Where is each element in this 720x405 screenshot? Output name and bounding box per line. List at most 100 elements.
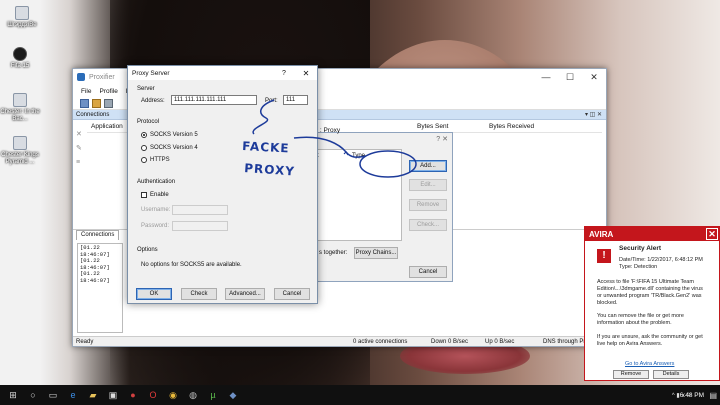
side-list-icon[interactable]: ≡ <box>76 159 84 167</box>
username-field[interactable] <box>172 205 228 215</box>
close-icon[interactable]: ✕ <box>295 69 317 78</box>
toolbar-proxy-icon[interactable] <box>80 98 89 108</box>
options-text: No options for SOCKS5 are available. <box>141 262 242 268</box>
enable-auth-label: Enable <box>150 192 169 198</box>
desktop-icon-label: ШгэрдзıВе <box>7 22 37 28</box>
menu-file[interactable]: File <box>81 88 91 95</box>
notification-icon[interactable]: ▤ <box>709 391 717 400</box>
app-icon[interactable]: ◍ <box>186 389 200 401</box>
windows-icon[interactable]: ⊞ <box>6 389 20 401</box>
details-button[interactable]: Details <box>653 370 689 379</box>
file-icon <box>13 136 27 150</box>
edge-icon[interactable]: e <box>66 389 80 401</box>
alert-body-line: You can remove the file or get more <box>597 313 684 319</box>
col-bytes-received[interactable]: Bytes Received <box>489 123 534 130</box>
proxy-list[interactable]: t Type <box>304 149 402 241</box>
auth-group: Authentication <box>137 179 308 185</box>
status-active-connections: 0 active connections <box>353 338 408 345</box>
desktop-icon[interactable]: Chester Kings Pyramid ... <box>0 136 40 166</box>
add-proxy-button[interactable]: Add... <box>409 160 447 172</box>
utorrent-icon[interactable]: µ <box>206 389 220 401</box>
alert-body-2: You can remove the file or get more info… <box>597 313 684 327</box>
log-panel: [01.22 18:46:07] [01.22 18:46:07] [01.22… <box>77 243 123 333</box>
radio-socks4-label: SOCKS Version 4 <box>150 145 198 151</box>
proxy-dialog-titlebar[interactable]: Proxy Server ? ✕ <box>128 66 317 80</box>
taskbar: ⊞ ○ ▭ e ▰ ▣ ● O ◉ ◍ µ ◆ ^ ▮ ◖ ⚐ 6:48 PM … <box>0 385 720 405</box>
close-icon[interactable]: ✕ <box>706 228 718 240</box>
side-edit-icon[interactable]: ✎ <box>76 145 84 153</box>
fifa-icon <box>13 47 27 61</box>
alert-date: Date/Time: 1/22/2017, 6:48:12 PM <box>619 257 703 263</box>
file-icon <box>13 93 27 107</box>
check-button[interactable]: Check <box>181 288 217 300</box>
pin-icon[interactable]: ▾ ◫ ✕ <box>585 111 606 118</box>
username-label: Username: <box>141 207 171 213</box>
help-icon[interactable]: ? <box>273 70 295 77</box>
task-view-icon[interactable]: ▭ <box>46 389 60 401</box>
file-icon <box>15 6 29 20</box>
status-down-rate: Down 0 B/sec <box>431 338 469 345</box>
address-field[interactable]: 111.111.111.111.111 <box>171 95 257 105</box>
alert-body-line: information about the problem. <box>597 320 672 326</box>
search-icon[interactable]: ○ <box>26 389 40 401</box>
menu-profile[interactable]: Profile <box>99 88 117 95</box>
radio-https-label: HTTPS <box>150 157 170 163</box>
password-field[interactable] <box>172 221 228 231</box>
toolbar-rules-icon[interactable] <box>92 98 101 108</box>
alert-body-line: blocked. <box>597 300 618 306</box>
ok-button[interactable]: OK <box>136 288 172 300</box>
avira-alert: AVIRA ✕ ! Security Alert Date/Time: 1/22… <box>584 226 720 381</box>
port-field[interactable]: 111 <box>283 95 308 105</box>
status-up-rate: Up 0 B/sec <box>485 338 515 345</box>
store-icon[interactable]: ▣ <box>106 389 120 401</box>
advanced-button[interactable]: Advanced... <box>225 288 265 300</box>
alert-body-line: or unwanted program 'TR/Black.Gen2' was <box>597 293 702 299</box>
radio-https[interactable] <box>141 157 147 163</box>
col-bytes-sent[interactable]: Bytes Sent <box>417 123 448 130</box>
check-proxy-button[interactable]: Check... <box>409 219 447 231</box>
status-ready: Ready <box>76 338 94 345</box>
remove-button[interactable]: Remove <box>613 370 649 379</box>
proxy-dialog-title: Proxy Server <box>132 69 170 77</box>
log-line: [01.22 18:46:07] <box>80 270 110 284</box>
warning-icon: ! <box>597 249 611 263</box>
alert-body-line: Edition\...\3dmgame.dll' containing the … <box>597 286 703 292</box>
auth-group-title: Authentication <box>137 179 176 185</box>
minimize-icon[interactable]: — <box>534 72 558 83</box>
proxifier-icon[interactable]: ◆ <box>226 389 240 401</box>
app-icon[interactable]: ● <box>126 389 140 401</box>
opera-icon[interactable]: O <box>146 389 160 401</box>
password-label: Password: <box>141 223 170 229</box>
connections-section-label: Connections <box>76 111 110 118</box>
radio-socks4[interactable] <box>141 145 147 151</box>
toolbar-settings-icon[interactable] <box>104 98 113 108</box>
col-type[interactable]: Type <box>352 153 365 159</box>
remove-proxy-button[interactable]: Remove <box>409 199 447 211</box>
folder-icon[interactable]: ▰ <box>86 389 100 401</box>
radio-socks5[interactable] <box>141 132 147 138</box>
edit-proxy-button[interactable]: Edit... <box>409 179 447 191</box>
desktop-icon[interactable]: Fifa 15 <box>0 47 40 70</box>
chrome-icon[interactable]: ◉ <box>166 389 180 401</box>
maximize-icon[interactable]: ☐ <box>558 72 582 83</box>
alert-body-line: live help on Avira Answers. <box>597 341 663 347</box>
proxy-servers-help-icon[interactable]: ? ✕ <box>436 135 448 143</box>
desktop-icon[interactable]: ШгэрдзıВе <box>2 6 42 29</box>
proxy-chains-button[interactable]: Proxy Chains... <box>354 247 398 259</box>
enable-auth-checkbox[interactable] <box>141 192 147 198</box>
desktop-icon-label: Fifa 15 <box>10 63 30 69</box>
alert-body-line: If you are unsure, ask the community or … <box>597 334 703 340</box>
avira-logo: AVIRA <box>589 229 614 239</box>
avira-answers-link[interactable]: Go to Avira Answers <box>625 361 674 367</box>
col-application[interactable]: Application <box>87 123 123 130</box>
tab-connections[interactable]: Connections <box>76 229 120 240</box>
alert-body-3: If you are unsure, ask the community or … <box>597 334 703 348</box>
clock[interactable]: 6:48 PM <box>680 392 704 399</box>
side-close-icon[interactable]: ✕ <box>76 131 84 139</box>
cancel-button[interactable]: Cancel <box>274 288 310 300</box>
desktop-icon-label: Chester Kings Pyramid ... <box>1 152 39 165</box>
cancel-button[interactable]: Cancel <box>409 266 447 278</box>
close-icon[interactable]: ✕ <box>582 72 606 83</box>
options-group-title: Options <box>137 247 158 253</box>
desktop-icon[interactable]: Chester: In the Bac... <box>0 93 40 123</box>
